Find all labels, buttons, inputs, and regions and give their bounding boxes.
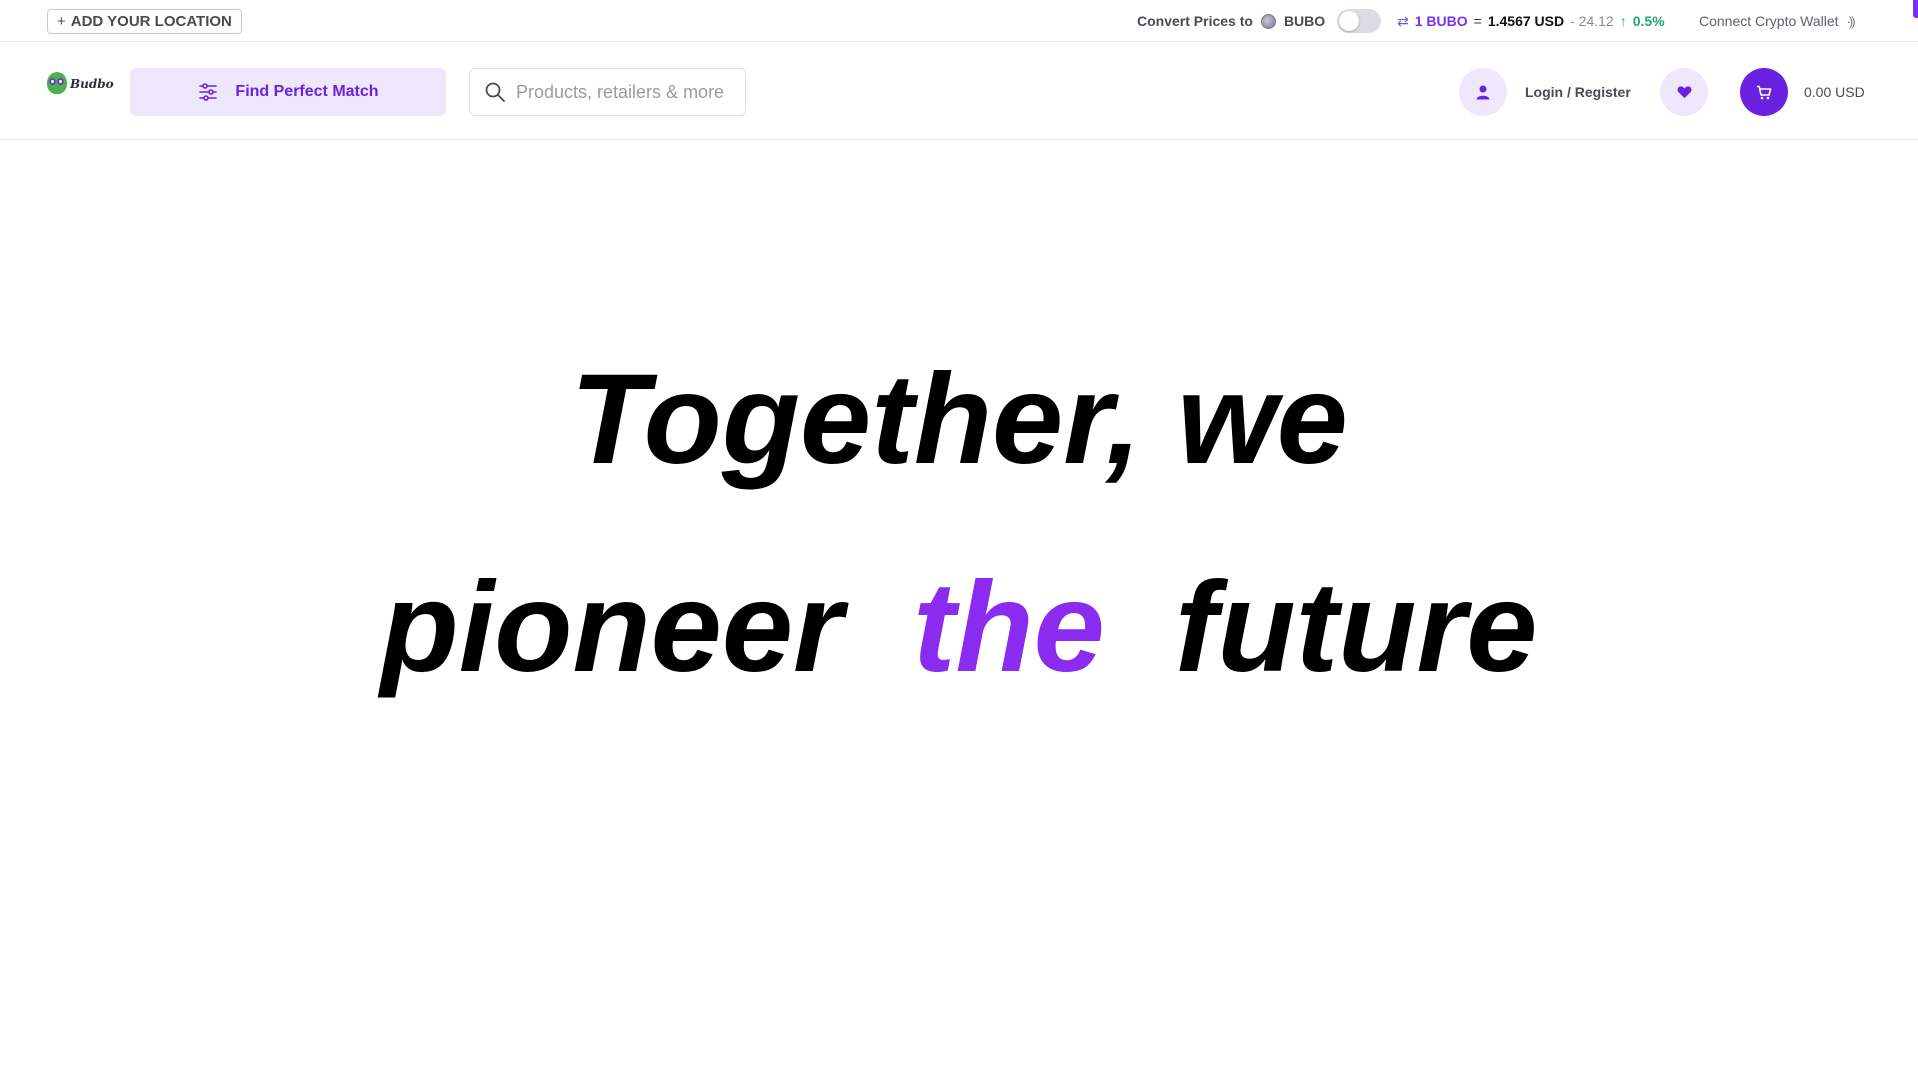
logo[interactable]: Budbo [47, 70, 114, 98]
add-location-button[interactable]: + ADD YOUR LOCATION [47, 9, 242, 34]
connect-wallet-label: Connect Crypto Wallet [1699, 13, 1839, 29]
wishlist-button[interactable] [1660, 68, 1708, 116]
find-perfect-match-label: Find Perfect Match [235, 83, 379, 100]
hero-heading-line-1: Together, we [570, 348, 1348, 491]
add-location-label: ADD YOUR LOCATION [70, 13, 232, 30]
top-utility-bar: + ADD YOUR LOCATION Convert Prices to BU… [0, 0, 1918, 42]
convert-prices-toggle[interactable] [1337, 9, 1382, 33]
hero-section: Together, we pioneer the future [0, 140, 1918, 1079]
swap-icon: ⇄ [1397, 12, 1409, 29]
hero-word-future: future [1174, 556, 1538, 699]
coin-icon [1260, 13, 1276, 29]
toggle-knob [1339, 11, 1360, 31]
search-icon [485, 82, 505, 102]
cart-button[interactable]: 0.00 USD [1740, 68, 1865, 116]
rate-equals: = [1473, 13, 1482, 29]
arrow-up-icon: ↑ [1619, 13, 1627, 29]
rate-base: 1 BUBO [1414, 13, 1468, 29]
cart-circle [1740, 68, 1788, 116]
heart-icon [1677, 86, 1691, 99]
sliders-icon [199, 83, 218, 101]
user-avatar [1459, 68, 1507, 116]
search-box [469, 68, 746, 116]
wishlist-circle [1660, 68, 1708, 116]
exchange-rate: ⇄ 1 BUBO = 1.4567 USD - 24.12 ↑ 0.5% [1397, 11, 1665, 31]
cart-icon [1757, 85, 1772, 99]
convert-prices: Convert Prices to BUBO [1137, 9, 1382, 33]
login-register-link[interactable]: Login / Register [1459, 68, 1631, 116]
hero-heading-line-2: pioneer the future [0, 564, 1918, 692]
logo-text: Budbo [70, 77, 114, 91]
rate-change-abs: - 24.12 [1570, 13, 1614, 29]
find-perfect-match-button[interactable]: Find Perfect Match [130, 68, 446, 116]
search-input[interactable] [516, 81, 726, 103]
login-register-label: Login / Register [1525, 84, 1631, 100]
main-header: Budbo Find Perfect Match Products, retai… [0, 42, 1918, 140]
hero-word-the: the [912, 556, 1105, 699]
convert-label: Convert Prices to [1137, 13, 1253, 29]
hero-word-pioneer: pioneer [380, 556, 843, 699]
user-icon [1476, 85, 1490, 100]
rate-value: 1.4567 USD [1487, 13, 1565, 29]
owl-logo-icon [47, 72, 67, 96]
signal-icon: ·)) [1846, 13, 1856, 29]
convert-currency: BUBO [1283, 13, 1326, 29]
rate-change-pct: 0.5% [1632, 13, 1665, 29]
cart-total: 0.00 USD [1804, 84, 1865, 100]
plus-icon: + [57, 13, 66, 30]
connect-wallet-link[interactable]: Connect Crypto Wallet ·)) [1699, 11, 1856, 31]
corner-accent [1913, 0, 1918, 18]
